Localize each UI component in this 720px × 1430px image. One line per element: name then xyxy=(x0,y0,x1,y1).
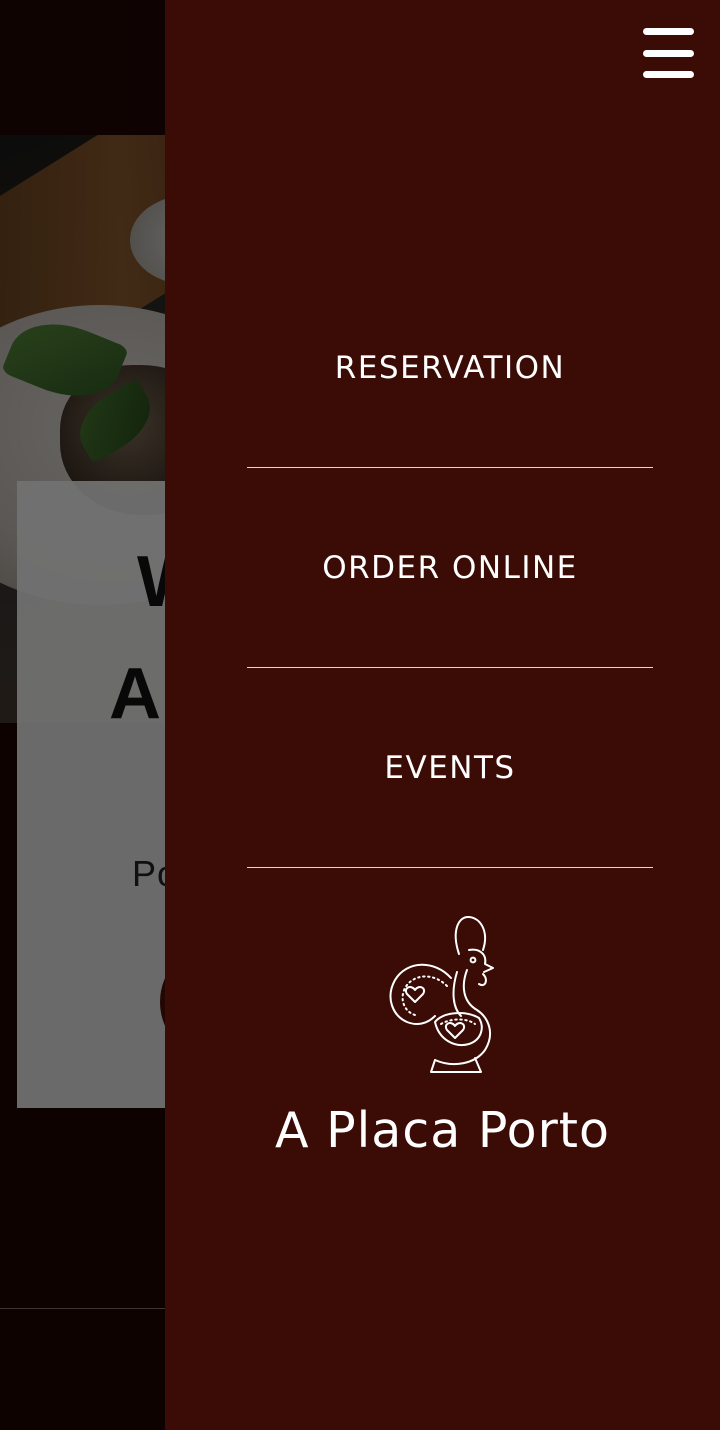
hamburger-menu-icon[interactable] xyxy=(643,28,697,78)
nav-item-reservation[interactable]: RESERVATION xyxy=(247,268,653,468)
rooster-logo-icon xyxy=(389,916,494,1073)
nav-item-order-online[interactable]: ORDER ONLINE xyxy=(247,468,653,668)
nav-item-events[interactable]: EVENTS xyxy=(247,668,653,868)
nav-drawer: RESERVATION ORDER ONLINE EVENTS A Placa … xyxy=(165,0,720,1430)
brand-name: A Placa Porto xyxy=(275,1102,610,1159)
nav-menu: RESERVATION ORDER ONLINE EVENTS xyxy=(247,268,653,868)
